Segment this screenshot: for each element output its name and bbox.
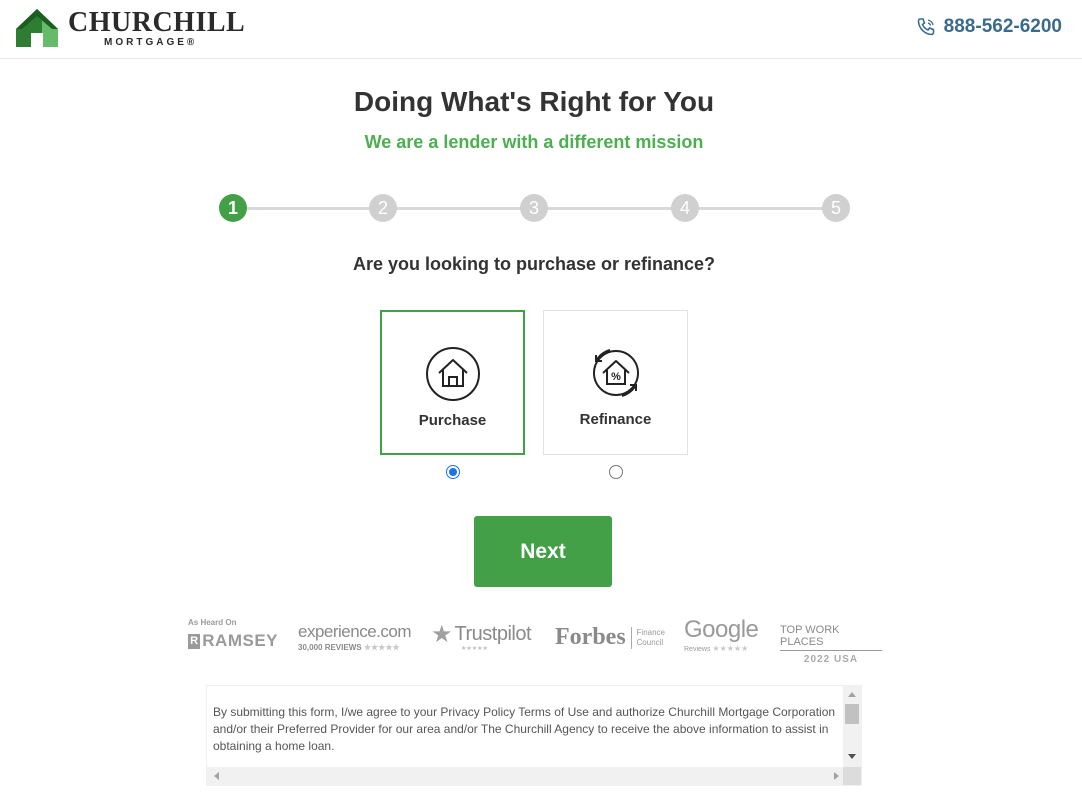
house-icon (426, 347, 480, 401)
step-3: 3 (520, 194, 548, 222)
forbes-finance-council-logo: Forbes Finance Council (555, 618, 665, 658)
forbes-divider (630, 626, 632, 649)
purchase-option-card[interactable]: Purchase (380, 310, 525, 455)
purchase-label: Purchase (418, 412, 487, 429)
forbes-sub-1: Finance (636, 627, 665, 637)
step-5: 5 (822, 194, 850, 222)
scroll-down-arrow-icon[interactable] (848, 754, 856, 759)
ramsey-tagline: As Heard On (188, 618, 237, 627)
google-wordmark: Google (684, 616, 759, 643)
refinance-radio[interactable] (609, 465, 623, 479)
experience-wordmark: experience.com (298, 622, 412, 641)
ramsey-wordmark: RAMSEY (202, 631, 278, 650)
scroll-left-arrow-icon[interactable] (214, 772, 219, 780)
twp-year: 2022 USA (803, 654, 859, 665)
ramsey-r-badge: R (188, 633, 201, 649)
horizontal-scrollbar[interactable] (207, 767, 843, 785)
scroll-thumb[interactable] (845, 704, 859, 724)
ramsey-show-logo: As Heard On R RAMSEY (188, 618, 278, 658)
consent-textarea[interactable]: By submitting this form, I/we agree to y… (206, 685, 862, 786)
google-stars-icon: ★★★★★ (712, 644, 749, 653)
refinance-label: Refinance (579, 411, 652, 428)
step-1: 1 (219, 194, 247, 222)
question-heading: Are you looking to purchase or refinance… (352, 254, 716, 274)
vertical-scrollbar[interactable] (843, 686, 861, 769)
progress-stepper: 1 2 3 4 5 (219, 194, 850, 222)
trustpilot-wordmark: Trustpilot (454, 623, 532, 645)
consent-text: By submitting this form, I/we agree to y… (213, 705, 836, 753)
churchill-logo[interactable]: CHURCHILL MORTGAGE® (14, 7, 245, 49)
step-2: 2 (369, 194, 397, 222)
purchase-radio[interactable] (446, 465, 460, 479)
site-header: CHURCHILL MORTGAGE® 888-562-6200 (0, 0, 1082, 59)
forbes-sub-2: Council (636, 637, 664, 647)
refinance-option-card[interactable]: % Refinance (543, 310, 688, 455)
google-reviews-label: Reviews ★★★★★ (684, 644, 749, 653)
logo-wordmark: CHURCHILL (68, 7, 246, 38)
phone-link[interactable]: 888-562-6200 (916, 16, 1062, 38)
experience-reviews-count: 30,000 REVIEWS ★★★★★ (298, 643, 400, 652)
trustpilot-star-icon: ★ (431, 621, 453, 648)
forbes-wordmark: Forbes (555, 624, 626, 650)
scrollbar-corner (843, 767, 861, 785)
experience-com-logo: experience.com 30,000 REVIEWS ★★★★★ (298, 618, 413, 658)
google-reviews-logo: Google Reviews ★★★★★ (684, 618, 764, 658)
next-button[interactable]: Next (474, 516, 612, 587)
star-rating-icon: ★★★★★ (363, 643, 400, 652)
phone-icon (917, 18, 934, 36)
phone-number: 888-562-6200 (943, 16, 1062, 37)
scroll-up-arrow-icon[interactable] (848, 692, 856, 697)
logo-subtitle: MORTGAGE® (104, 37, 198, 48)
svg-text:%: % (611, 371, 621, 383)
step-4: 4 (671, 194, 699, 222)
house-logo-icon (16, 9, 58, 47)
top-work-places-logo: TOP WORK PLACES 2022 USA (780, 618, 882, 665)
scroll-right-arrow-icon[interactable] (834, 772, 839, 780)
trustpilot-logo: ★ Trustpilot ★★★★★ (431, 618, 536, 658)
refinance-house-percent-icon: % (593, 349, 639, 397)
page-subtitle: We are a lender with a different mission (364, 132, 704, 152)
page-title: Doing What's Right for You (353, 86, 715, 117)
trustpilot-stars-icon: ★★★★★ (461, 646, 488, 652)
twp-wordmark: TOP WORK PLACES (780, 624, 882, 651)
